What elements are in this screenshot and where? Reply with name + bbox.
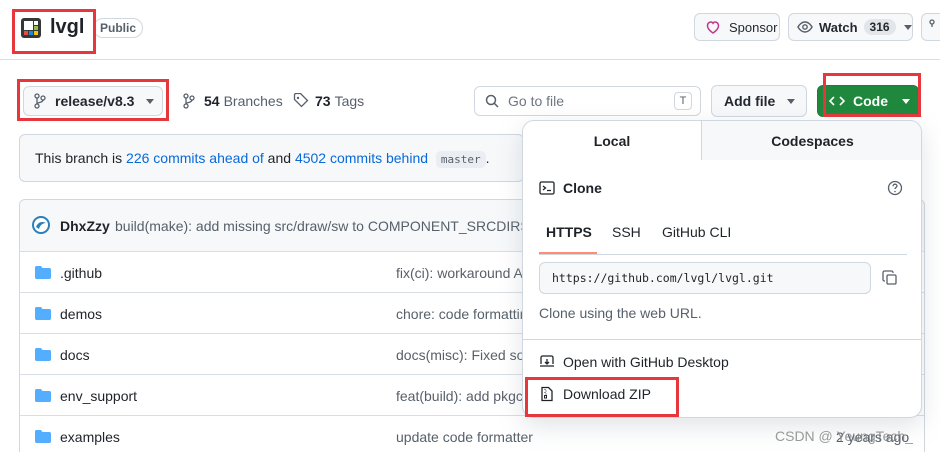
branch-notice-box: This branch is 226 commits ahead of and … (19, 134, 524, 182)
desktop-download-icon (539, 354, 555, 370)
notice-suffix: . (485, 150, 490, 166)
file-commit-message[interactable]: docs(misc): Fixed sor (396, 347, 523, 363)
notice-prefix: This branch is (35, 150, 127, 166)
protocol-tab-ssh[interactable]: SSH (612, 224, 641, 240)
file-commit-message[interactable]: fix(ci): workaround A (396, 265, 523, 281)
tags-count: 73 (315, 93, 331, 109)
clone-url: https://github.com/lvgl/lvgl.git (552, 271, 774, 285)
folder-icon (35, 266, 51, 279)
open-desktop-item[interactable]: Open with GitHub Desktop (539, 354, 729, 370)
commit-message[interactable]: build(make): add missing src/draw/sw to … (115, 218, 523, 234)
fork-icon (929, 19, 940, 35)
tags-link[interactable]: 73 Tags (293, 93, 364, 109)
search-icon (485, 94, 499, 108)
folder-icon (35, 430, 51, 443)
protocol-tabs: HTTPS SSH GitHub CLI (539, 210, 907, 255)
notice-middle: and (263, 150, 295, 166)
header-divider (0, 59, 940, 60)
panel-divider (523, 339, 921, 340)
watch-button[interactable]: Watch 316 (788, 13, 913, 41)
watch-label: Watch (819, 19, 858, 35)
go-to-file-placeholder: Go to file (508, 93, 565, 109)
file-commit-message[interactable]: feat(build): add pkgc (396, 388, 523, 404)
terminal-icon (539, 180, 555, 196)
highlight-repo-title (12, 9, 96, 54)
add-file-caret-icon (787, 98, 796, 104)
file-name[interactable]: examples (60, 429, 120, 445)
author-avatar[interactable] (32, 216, 50, 234)
protocol-tab-cli[interactable]: GitHub CLI (662, 224, 731, 240)
folder-icon (35, 348, 51, 361)
tags-label: Tags (334, 93, 365, 109)
sponsor-label: Sponsor (729, 19, 778, 35)
tab-codespaces-label: Codespaces (771, 132, 854, 149)
go-to-file-input[interactable]: Go to file T (474, 86, 701, 116)
add-file-button[interactable]: Add file (711, 85, 807, 117)
branches-count: 54 (204, 93, 220, 109)
clone-url-input[interactable]: https://github.com/lvgl/lvgl.git (539, 262, 871, 294)
tag-icon (293, 93, 309, 109)
file-commit-message[interactable]: chore: code formattin (396, 306, 523, 322)
heart-icon (705, 19, 721, 35)
tab-local-label: Local (593, 132, 631, 149)
help-icon[interactable] (887, 180, 903, 196)
commit-author[interactable]: DhxZzy (60, 218, 110, 234)
clone-hint: Clone using the web URL. (539, 305, 702, 321)
file-name[interactable]: demos (60, 306, 102, 322)
tab-codespaces[interactable]: Codespaces (701, 121, 921, 160)
eye-icon (797, 19, 813, 35)
clone-title: Clone (563, 180, 602, 196)
branches-icon (182, 93, 196, 109)
visibility-badge: Public (93, 18, 144, 38)
fork-button[interactable] (921, 13, 940, 41)
highlight-download-zip (525, 377, 679, 417)
branches-link[interactable]: 54 Branches (182, 93, 283, 109)
go-to-file-shortcut: T (674, 92, 692, 110)
branches-label: Branches (223, 93, 283, 109)
protocol-tab-active-indicator (539, 252, 597, 254)
add-file-label: Add file (724, 93, 776, 109)
sponsor-button[interactable]: Sponsor (694, 13, 780, 41)
open-desktop-label: Open with GitHub Desktop (563, 354, 729, 370)
base-branch-badge[interactable]: master (435, 151, 486, 168)
file-name[interactable]: docs (60, 347, 90, 363)
folder-icon (35, 389, 51, 402)
commits-behind-link[interactable]: 4502 commits behind (295, 150, 428, 166)
file-name[interactable]: .github (60, 265, 102, 281)
commits-ahead-link[interactable]: 226 commits ahead of (126, 150, 264, 166)
file-name[interactable]: env_support (60, 388, 137, 404)
tab-local[interactable]: Local (523, 121, 701, 160)
file-commit-message[interactable]: update code formatter (396, 429, 596, 445)
code-dropdown-panel: Local Codespaces Clone HTTPS SSH GitHub … (522, 120, 922, 418)
folder-icon (35, 307, 51, 320)
watermark: CSDN @ YeungTech_ (775, 428, 913, 444)
panel-tabs: Local Codespaces (523, 121, 921, 160)
watch-caret-icon (903, 23, 912, 31)
watch-count: 316 (863, 19, 896, 35)
highlight-branch (17, 79, 169, 121)
protocol-tab-https[interactable]: HTTPS (546, 224, 592, 240)
branch-notice-text: This branch is 226 commits ahead of and … (35, 150, 490, 168)
copy-icon[interactable] (882, 270, 898, 286)
highlight-code (823, 73, 921, 117)
